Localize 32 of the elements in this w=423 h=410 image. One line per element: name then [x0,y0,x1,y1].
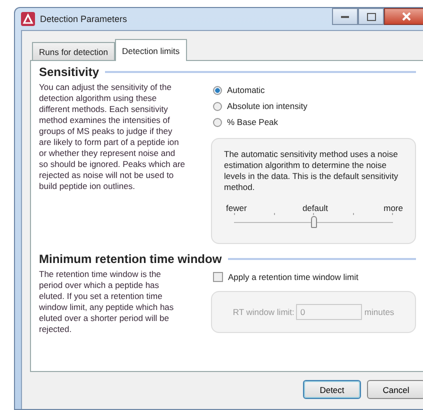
window-title: Detection Parameters [40,14,128,24]
slider-label: more [384,203,403,213]
cancel-button[interactable]: Cancel [367,380,423,399]
detect-button[interactable]: Detect [303,380,361,399]
slider-thumb[interactable] [310,216,316,228]
field-label: RT window limit: [232,307,294,317]
app-logo-icon [21,12,35,26]
radio-button[interactable] [213,102,222,110]
radio-option[interactable]: Automatic [211,82,416,98]
unit-label: minutes [364,307,394,317]
checkbox[interactable] [213,272,223,282]
maximize-icon [366,12,376,20]
minimize-icon [341,15,349,18]
maximize-button[interactable] [358,8,384,25]
tab[interactable]: Detection limits [114,39,187,61]
close-icon [402,12,410,21]
close-button[interactable] [384,8,423,25]
sensitivity-slider[interactable] [234,213,393,231]
section-heading: Sensitivity [39,65,100,79]
tab[interactable]: Runs for detection [32,42,115,60]
description-text: The retention time window is the period over which a peptide has eluted. If you set a retention time window limit, any peptide which has eluted over a shorter period will be rejected. [39,269,175,335]
minimize-button[interactable] [332,8,358,25]
slider-label: default [302,203,328,213]
radio-button[interactable] [213,118,222,126]
description-text: You can adjust the sensitivity of the detection algorithm using these different methods. Each sensitivity method examines the intensities of groups of MS peaks to judge if they are likely to form part of a peptide ion or whether they represent noise and so should be ignored. Peaks which are rejected as noise will not be used to build peptide ion outlines. [39,82,185,193]
section-heading: Minimum retention time window [39,252,222,266]
checkbox-option[interactable]: Apply a retention time window limit [211,269,416,285]
radio-button[interactable] [213,86,222,94]
slider-label: fewer [226,203,247,213]
radio-option[interactable]: Absolute ion intensity [211,98,416,114]
info-text: The automatic sensitivity method uses a noise estimation algorithm to determine the noise levels in the data. This is the default sensitivity method. [224,149,400,193]
radio-option[interactable]: % Base Peak [211,114,416,130]
